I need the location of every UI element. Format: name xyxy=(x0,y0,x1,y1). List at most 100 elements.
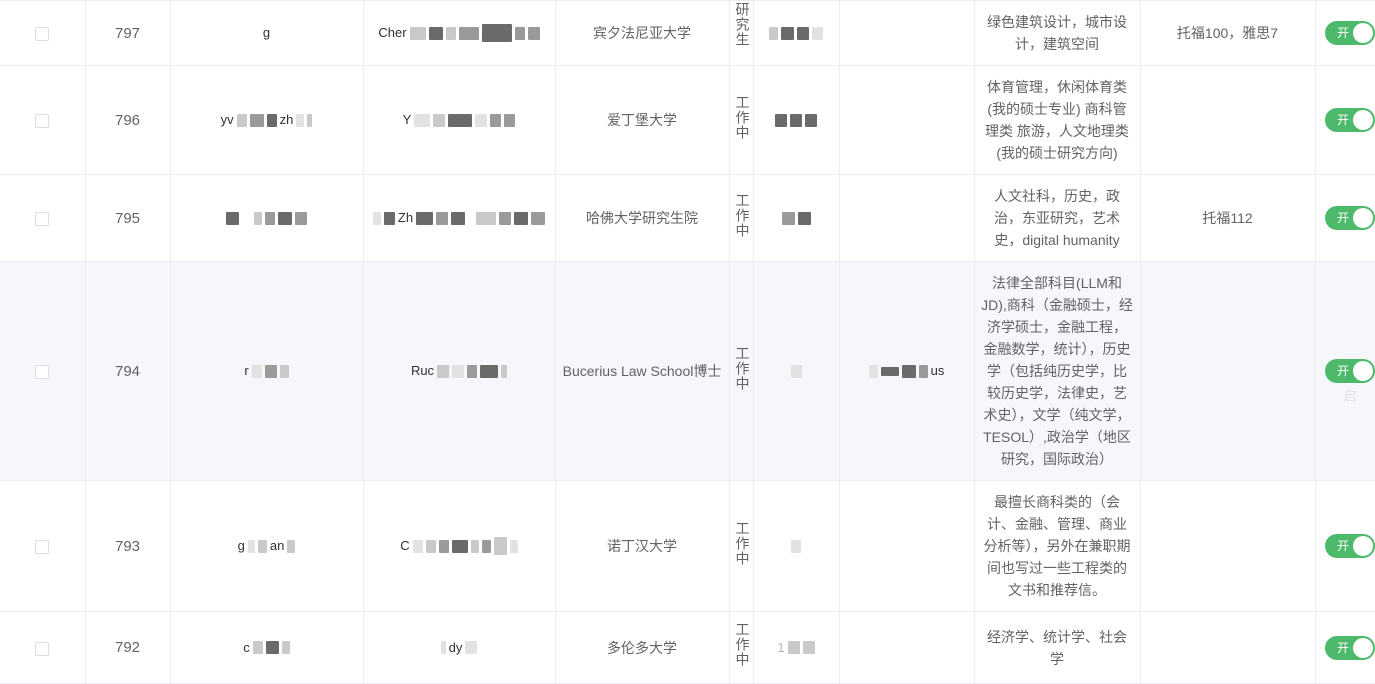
table-row[interactable]: 795 Zh 哈佛大学研究生院 工作中 人文社科，历史，政治，东亚研究，艺术史，… xyxy=(0,174,1375,262)
redacted-contact xyxy=(760,209,833,227)
row-select-cell[interactable] xyxy=(0,261,86,481)
redacted-name: c xyxy=(177,637,357,659)
school-name: 哈佛大学研究生院 xyxy=(586,210,698,226)
row-checkbox[interactable] xyxy=(35,114,50,129)
redaction-block xyxy=(769,26,778,40)
redaction-block xyxy=(252,641,263,654)
major-text: 经济学、统计学、社会学 xyxy=(987,628,1127,667)
row-id: 795 xyxy=(114,209,141,227)
major-text: 绿色建筑设计，城市设计，建筑空间 xyxy=(987,14,1127,52)
redaction-block xyxy=(279,364,289,378)
row-select-cell[interactable] xyxy=(0,1,86,66)
table-row[interactable]: 793 g an C 诺丁汉大学 工作中 最擅长商科类的（会计、金融、管理、商业… xyxy=(0,480,1375,612)
row-status-cell: 研究生 xyxy=(729,1,754,66)
redacted-english-name: Cher xyxy=(370,22,549,44)
status-text: 工作中 xyxy=(734,192,751,238)
row-enabled-cell[interactable]: 开 xyxy=(1315,480,1375,612)
row-checkbox[interactable] xyxy=(35,27,50,42)
row-enabled-cell[interactable]: 开 xyxy=(1315,65,1375,175)
row-english-name-cell: Ruc xyxy=(363,261,556,481)
major-text: 人文社科，历史，政治，东亚研究，艺术史，digital humanity xyxy=(994,188,1120,248)
row-select-cell[interactable] xyxy=(0,65,86,175)
redacted-contact xyxy=(760,24,833,42)
redacted-english-name: Zh xyxy=(370,207,549,229)
table-row[interactable]: 792 c dy 多伦多大学 工作中 1 经济学、统计学、社会学 开 xyxy=(0,611,1375,684)
redaction-block xyxy=(236,113,247,127)
redaction-block xyxy=(372,211,381,225)
redaction-block xyxy=(880,366,899,376)
row-checkbox[interactable] xyxy=(35,212,50,227)
redaction-block xyxy=(438,539,449,553)
row-enabled-cell[interactable]: 开 xyxy=(1315,1,1375,66)
row-select-cell[interactable] xyxy=(0,480,86,612)
redaction-block xyxy=(412,539,423,553)
row-major-cell: 绿色建筑设计，城市设计，建筑空间 xyxy=(974,1,1141,66)
redaction-block xyxy=(812,26,823,40)
row-id-cell: 794 xyxy=(85,261,171,481)
score-text: 托福100，雅思7 xyxy=(1176,25,1279,41)
row-english-name-cell: C xyxy=(363,480,556,612)
enable-toggle[interactable]: 开 xyxy=(1325,359,1375,384)
table-row[interactable]: 797 g Cher 宾夕法尼亚大学 研究生 绿色建筑设计，城市设计，建筑空间 … xyxy=(0,1,1375,66)
row-contact-cell xyxy=(753,480,840,612)
redaction-block xyxy=(451,539,468,553)
toggle-knob xyxy=(1353,208,1373,229)
major-text: 最擅长商科类的（会计、金融、管理、商业分析等），另外在兼职期间也写过一些工程类的… xyxy=(983,494,1131,598)
english-name-fragment: dy xyxy=(448,639,463,655)
row-school-cell: Bucerius Law School博士 xyxy=(555,261,730,481)
redaction-block xyxy=(775,113,787,127)
row-school-cell: 宾夕法尼亚大学 xyxy=(555,1,730,66)
row-checkbox[interactable] xyxy=(35,641,50,656)
redacted-name: yv zh xyxy=(177,109,357,131)
row-enabled-cell[interactable]: 开 xyxy=(1315,174,1375,262)
row-select-cell[interactable] xyxy=(0,611,86,684)
switch-holder: 开 xyxy=(1325,108,1375,133)
enable-toggle[interactable]: 开 xyxy=(1325,108,1375,133)
table-row[interactable]: 794 r Ruc Bucerius Law School博士 工作中 us 法… xyxy=(0,261,1375,481)
row-status-cell: 工作中 xyxy=(729,480,754,612)
row-id: 796 xyxy=(114,111,141,129)
row-status-cell: 工作中 xyxy=(729,611,754,684)
redaction-block xyxy=(428,26,443,40)
redaction-block xyxy=(476,211,497,225)
row-select-cell[interactable] xyxy=(0,174,86,262)
row-enabled-cell[interactable]: 开 xyxy=(1315,611,1375,684)
row-enabled-cell[interactable]: 开 启 xyxy=(1315,261,1375,481)
row-contact-cell xyxy=(753,65,840,175)
table-row[interactable]: 796 yv zh Y 爱丁堡大学 工作中 体育管理，休闲体育类(我的硕士专业)… xyxy=(0,65,1375,175)
english-name-fragment: C xyxy=(400,538,410,553)
row-id-cell: 797 xyxy=(85,1,171,66)
redaction-block xyxy=(247,539,255,553)
redacted-english-name: Ruc xyxy=(370,360,549,382)
row-checkbox[interactable] xyxy=(35,365,50,380)
enable-toggle[interactable]: 开 xyxy=(1325,534,1375,559)
redacted-contact: 1 xyxy=(760,637,833,659)
row-id: 797 xyxy=(114,24,141,42)
enable-toggle[interactable]: 开 xyxy=(1325,21,1375,46)
toggle-knob xyxy=(1353,23,1373,44)
row-name-cell: g xyxy=(170,1,364,66)
row-english-name-cell: dy xyxy=(363,611,556,684)
enable-toggle[interactable]: 开 xyxy=(1325,206,1375,231)
score-text: 托福112 xyxy=(1202,210,1253,226)
school-name: Bucerius Law School博士 xyxy=(562,363,722,379)
english-name-fragment: Cher xyxy=(378,25,407,40)
row-status-cell: 工作中 xyxy=(729,174,754,262)
row-contact-cell: 1 xyxy=(753,611,840,684)
redacted-english-name: Y xyxy=(370,109,549,131)
redacted-email: us xyxy=(846,360,968,382)
redacted-name: g xyxy=(177,22,357,44)
redaction-block xyxy=(445,26,456,40)
name-fragment: yv xyxy=(220,112,234,127)
name-fragment: g xyxy=(237,538,245,553)
switch-holder: 开 xyxy=(1325,635,1375,660)
enable-toggle[interactable]: 开 xyxy=(1325,635,1375,660)
row-email-cell xyxy=(839,1,975,66)
row-name-cell: yv zh xyxy=(170,65,364,175)
school-name: 宾夕法尼亚大学 xyxy=(593,25,691,41)
consultant-table: 797 g Cher 宾夕法尼亚大学 研究生 绿色建筑设计，城市设计，建筑空间 … xyxy=(0,1,1375,684)
redacted-contact xyxy=(760,537,833,555)
row-score-cell xyxy=(1140,261,1316,481)
row-checkbox[interactable] xyxy=(35,540,50,555)
redaction-block xyxy=(787,641,800,654)
